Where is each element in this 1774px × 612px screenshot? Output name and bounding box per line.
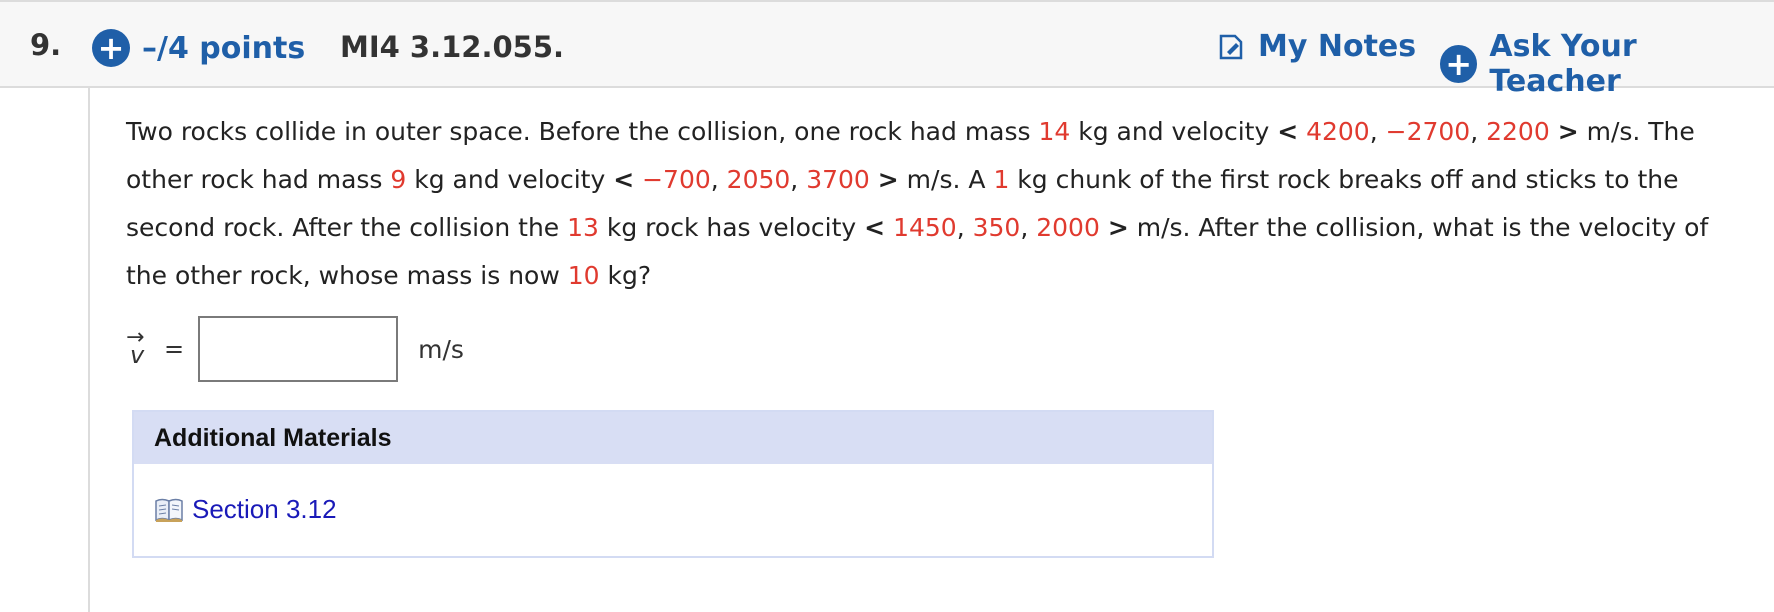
chunk-mass: 1 <box>993 165 1010 194</box>
ask-your-teacher-button[interactable]: + Ask Your Teacher <box>1440 29 1774 99</box>
additional-materials-heading: Additional Materials <box>134 412 1212 464</box>
problem-text-segment: kg and velocity <box>1070 117 1278 146</box>
comma: , <box>956 213 973 242</box>
right-angle-bracket: > <box>1107 213 1129 242</box>
velocity1-y: −2700 <box>1385 117 1471 146</box>
mass-rock2: 9 <box>390 165 407 194</box>
question-id: MI4 3.12.055. <box>340 30 565 64</box>
problem-text-segment: Two rocks collide in outer space. Before… <box>126 117 1039 146</box>
additional-materials-panel: Additional Materials Section 3.12 <box>132 410 1214 558</box>
ask-your-teacher-label: Ask Your Teacher <box>1489 29 1637 99</box>
problem-text-segment: kg? <box>599 261 652 290</box>
answer-unit: m/s <box>418 334 464 364</box>
comma: , <box>1470 117 1487 146</box>
equals-sign: = <box>164 335 185 363</box>
mass-other-rock: 10 <box>567 261 600 290</box>
velocity3-y: 350 <box>972 213 1021 242</box>
velocity1-z: 2200 <box>1486 117 1550 146</box>
left-angle-bracket: < <box>613 165 635 194</box>
velocity2-x: −700 <box>642 165 711 194</box>
problem-text-segment: m/s. A <box>898 165 994 194</box>
section-link[interactable]: Section 3.12 <box>154 494 337 525</box>
comma: , <box>1020 213 1037 242</box>
problem-text-segment: kg rock has velocity <box>598 213 865 242</box>
left-angle-bracket: < <box>1277 117 1299 146</box>
plus-circle-icon: + <box>1440 45 1478 83</box>
velocity2-z: 3700 <box>806 165 870 194</box>
velocity3-z: 2000 <box>1036 213 1100 242</box>
left-angle-bracket: < <box>864 213 886 242</box>
question-number: 9. <box>30 28 62 62</box>
book-icon <box>155 498 183 522</box>
mass-rock1: 14 <box>1038 117 1071 146</box>
velocity-answer-input[interactable] <box>198 316 399 382</box>
question-header: 9. + –/4 points MI4 3.12.055. My Notes +… <box>0 0 1774 99</box>
answer-row: → v = m/s <box>126 316 464 382</box>
points-label: –/4 points <box>142 30 306 66</box>
comma: , <box>1369 117 1386 146</box>
velocity2-y: 2050 <box>726 165 791 194</box>
plus-circle-icon: + <box>92 29 130 67</box>
velocity3-x: 1450 <box>893 213 957 242</box>
comma: , <box>790 165 807 194</box>
velocity-vector-symbol: → v <box>126 325 152 369</box>
section-link-label: Section 3.12 <box>192 494 337 524</box>
my-notes-button[interactable]: My Notes <box>1218 29 1416 64</box>
mass-rock-after: 13 <box>567 213 599 242</box>
right-angle-bracket: > <box>1557 117 1579 146</box>
notes-icon <box>1219 34 1243 59</box>
vector-letter: v <box>130 341 145 369</box>
left-rule <box>88 88 90 612</box>
comma: , <box>710 165 727 194</box>
problem-text-segment: kg and velocity <box>406 165 614 194</box>
velocity1-x: 4200 <box>1306 117 1370 146</box>
right-angle-bracket: > <box>877 165 899 194</box>
problem-text: Two rocks collide in outer space. Before… <box>126 108 1746 300</box>
points-button[interactable]: + –/4 points <box>92 29 305 67</box>
my-notes-label: My Notes <box>1258 29 1417 64</box>
